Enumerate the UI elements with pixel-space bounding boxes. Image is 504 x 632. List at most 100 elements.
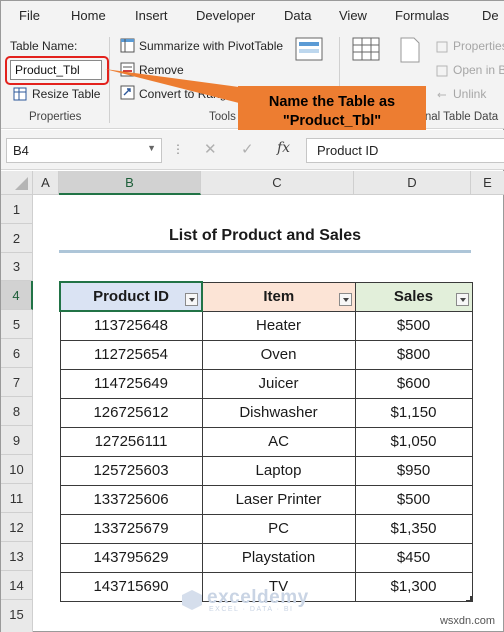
row-header-8[interactable]: 8: [1, 397, 33, 426]
row-header-7[interactable]: 7: [1, 368, 33, 397]
row-header-15[interactable]: 15: [1, 600, 33, 632]
unlink-button[interactable]: Unlink: [453, 87, 486, 101]
menu-home[interactable]: Home: [71, 8, 106, 23]
cancel-icon[interactable]: ✕: [204, 140, 217, 158]
select-all-corner[interactable]: [1, 171, 33, 195]
row-header-11[interactable]: 11: [1, 484, 33, 513]
cell-item[interactable]: Laser Printer: [201, 484, 356, 515]
pivot-table-icon: [120, 38, 135, 58]
cell-product-id[interactable]: 113725648: [59, 310, 203, 341]
row-header-2[interactable]: 2: [1, 224, 33, 253]
open-in-browser-icon: [436, 64, 448, 82]
resize-table-icon: [13, 87, 27, 106]
cell-sales[interactable]: $1,050: [354, 426, 473, 457]
cell-item[interactable]: Juicer: [201, 368, 356, 399]
column-header-a[interactable]: A: [33, 171, 59, 195]
open-in-browser-button[interactable]: Open in B: [453, 63, 504, 77]
table-resize-handle[interactable]: [466, 596, 472, 602]
cell-item[interactable]: Heater: [201, 310, 356, 341]
refresh-icon[interactable]: [398, 37, 422, 68]
resize-table-button[interactable]: Resize Table: [32, 87, 100, 101]
cell-item[interactable]: AC: [201, 426, 356, 457]
menu-view[interactable]: View: [339, 8, 367, 23]
table-row: 113725648 Heater $500: [59, 310, 473, 341]
cell-product-id[interactable]: 125725603: [59, 455, 203, 486]
callout-line-1: Name the Table as: [268, 94, 396, 110]
menu-file[interactable]: File: [19, 8, 40, 23]
formula-bar: B4 ▼ ⋮ ✕ ✓ fx Product ID: [1, 130, 504, 170]
menu-developer[interactable]: Developer: [196, 8, 255, 23]
column-header-d[interactable]: D: [354, 171, 471, 195]
name-box[interactable]: B4 ▼: [6, 138, 162, 163]
title-underline: [59, 250, 471, 253]
row-header-14[interactable]: 14: [1, 571, 33, 600]
table-row: 126725612 Dishwasher $1,150: [59, 397, 473, 428]
cell-sales[interactable]: $600: [354, 368, 473, 399]
row-header-6[interactable]: 6: [1, 339, 33, 368]
cell-sales[interactable]: $950: [354, 455, 473, 486]
cell-product-id[interactable]: 143795629: [59, 542, 203, 573]
cell-product-id[interactable]: 127256111: [59, 426, 203, 457]
row-header-1[interactable]: 1: [1, 195, 33, 224]
watermark-tagline: EXCEL · DATA · BI: [209, 606, 294, 613]
row-header-9[interactable]: 9: [1, 426, 33, 455]
menu-data[interactable]: Data: [284, 8, 311, 23]
table-row: 125725603 Laptop $950: [59, 455, 473, 486]
column-header-b[interactable]: B: [59, 171, 201, 195]
cell-sales[interactable]: $1,150: [354, 397, 473, 428]
menu-formulas[interactable]: Formulas: [395, 8, 449, 23]
row-header-10[interactable]: 10: [1, 455, 33, 484]
filter-dropdown-icon[interactable]: [455, 292, 469, 306]
more-options-icon: ⋮: [172, 142, 184, 156]
table-row: 112725654 Oven $800: [59, 339, 473, 370]
cell-item[interactable]: Oven: [201, 339, 356, 370]
cell-sales[interactable]: $450: [354, 542, 473, 573]
cell-item[interactable]: Playstation: [201, 542, 356, 573]
header-sales[interactable]: Sales: [354, 281, 473, 312]
cell-item[interactable]: Dishwasher: [201, 397, 356, 428]
summarize-pivot-button[interactable]: Summarize with PivotTable: [139, 39, 283, 53]
menu-insert[interactable]: Insert: [135, 8, 168, 23]
insert-slicer-icon[interactable]: [295, 37, 323, 66]
row-header-5[interactable]: 5: [1, 310, 33, 339]
row-header-13[interactable]: 13: [1, 542, 33, 571]
cell-sales[interactable]: $1,350: [354, 513, 473, 544]
header-item[interactable]: Item: [201, 281, 356, 312]
properties-button[interactable]: Properties: [453, 39, 504, 53]
sheet-title: List of Product and Sales: [168, 227, 362, 244]
column-header-e[interactable]: E: [471, 171, 504, 195]
formula-input[interactable]: Product ID: [306, 138, 504, 163]
cell-sales[interactable]: $500: [354, 310, 473, 341]
export-icon[interactable]: [352, 37, 380, 66]
insert-function-icon[interactable]: fx: [277, 140, 290, 156]
table-row: 133725679 PC $1,350: [59, 513, 473, 544]
cell-product-id[interactable]: 133725606: [59, 484, 203, 515]
callout-arrow: [105, 69, 239, 103]
filter-dropdown-icon[interactable]: [185, 293, 198, 306]
cell-sales[interactable]: $800: [354, 339, 473, 370]
row-header-3[interactable]: 3: [1, 253, 33, 281]
column-header-c[interactable]: C: [201, 171, 354, 195]
chevron-down-icon[interactable]: ▼: [147, 143, 156, 153]
cell-item[interactable]: PC: [201, 513, 356, 544]
exceldemy-logo-icon: [182, 590, 202, 610]
enter-check-icon[interactable]: ✓: [241, 140, 254, 158]
table-row: 127256111 AC $1,050: [59, 426, 473, 457]
header-item-label: Item: [263, 288, 295, 305]
menu-design[interactable]: De: [482, 8, 499, 23]
row-header-12[interactable]: 12: [1, 513, 33, 542]
cell-product-id[interactable]: 114725649: [59, 368, 203, 399]
cell-item[interactable]: Laptop: [201, 455, 356, 486]
filter-dropdown-icon[interactable]: [338, 292, 352, 306]
header-product-id[interactable]: Product ID: [59, 281, 203, 312]
cell-product-id[interactable]: 126725612: [59, 397, 203, 428]
cell-product-id[interactable]: 133725679: [59, 513, 203, 544]
properties-icon: [436, 40, 448, 58]
cell-sales[interactable]: $1,300: [354, 571, 473, 602]
cell-sales[interactable]: $500: [354, 484, 473, 515]
row-header-4[interactable]: 4: [1, 281, 33, 310]
header-sales-label: Sales: [393, 288, 434, 305]
cell-product-id[interactable]: 112725654: [59, 339, 203, 370]
table-header-row: Product ID Item Sales: [59, 281, 473, 312]
table-name-label: Table Name:: [10, 39, 78, 53]
